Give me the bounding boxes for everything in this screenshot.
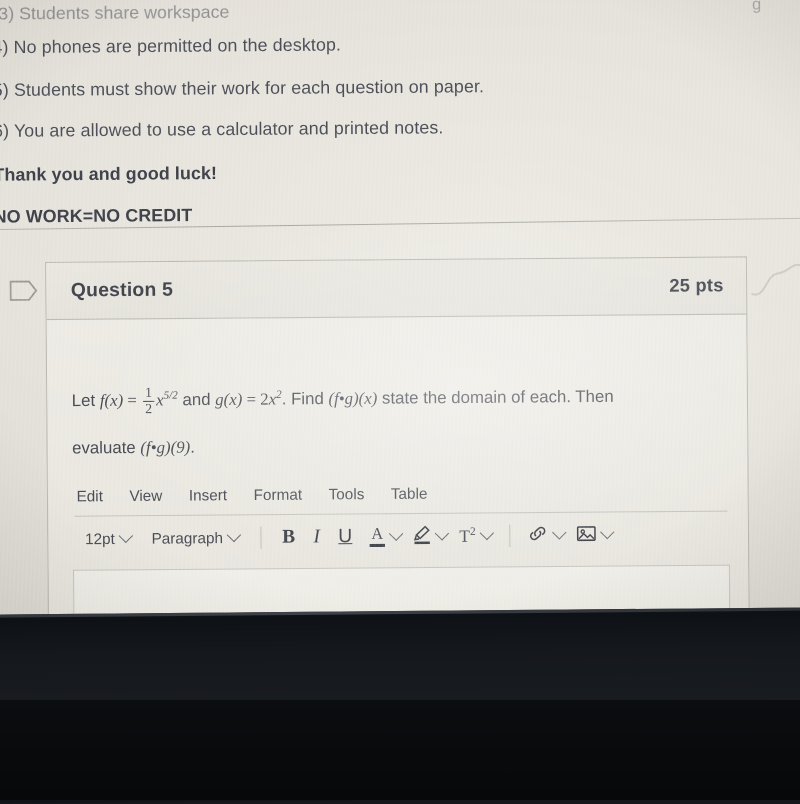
and-conjunction: and bbox=[177, 390, 216, 410]
toolbar-divider bbox=[509, 524, 511, 547]
font-size-select[interactable]: 12pt bbox=[77, 528, 140, 548]
insert-image-button[interactable] bbox=[573, 524, 617, 546]
composition-evaluate-expression: (f•g)(9) bbox=[140, 436, 191, 457]
question-card-header: Question 5 25 pts bbox=[46, 257, 747, 321]
function-g-label: g bbox=[215, 389, 224, 410]
menu-item-insert[interactable]: Insert bbox=[189, 486, 227, 504]
superscript-base: T bbox=[459, 526, 471, 546]
page-title: Question 5 bbox=[70, 278, 174, 302]
menu-item-edit[interactable]: Edit bbox=[76, 487, 103, 505]
screen-reflection-artifact bbox=[749, 259, 800, 306]
chevron-down-icon bbox=[434, 526, 450, 541]
fraction-one-half: 12 bbox=[143, 384, 155, 417]
question-line2-prefix: evaluate bbox=[72, 438, 141, 458]
question-text-line-2: evaluate (f•g)(9). bbox=[72, 419, 721, 471]
chevron-down-icon bbox=[600, 524, 615, 540]
quiz-page: 3) Students share workspace g 4) No phon… bbox=[0, 0, 798, 227]
chevron-down-icon bbox=[479, 525, 495, 541]
menu-item-format[interactable]: Format bbox=[254, 486, 303, 504]
question-points: 25 pts bbox=[669, 274, 724, 296]
text-color-button[interactable]: A bbox=[363, 525, 405, 548]
chevron-down-icon bbox=[552, 525, 567, 540]
italic-button[interactable]: I bbox=[306, 526, 327, 549]
superscript-exponent: 2 bbox=[469, 525, 476, 538]
link-icon bbox=[528, 525, 549, 546]
equals-sign-1: = bbox=[123, 390, 142, 410]
no-work-no-credit-note: NO WORK=NO CREDIT bbox=[0, 204, 193, 227]
rich-text-editor: Edit View Insert Format Tools Table 12pt… bbox=[48, 480, 748, 563]
menu-item-table[interactable]: Table bbox=[391, 485, 428, 503]
dark-foreground bbox=[0, 700, 800, 800]
question-line2-tail: . bbox=[190, 437, 195, 457]
equals-sign-2: = 2 bbox=[242, 389, 269, 409]
text-color-swatch bbox=[369, 543, 385, 548]
composition-expression: (f•g)(x) bbox=[328, 388, 378, 409]
question-text-line-1: Let f(x) = 1 2 x5/2 and g(x) = 2x2. Find (… bbox=[71, 368, 720, 425]
clipped-instruction-line: 3) Students share workspace bbox=[0, 1, 230, 24]
question-line1-prefix: Let bbox=[71, 391, 100, 411]
clipped-instruction-tail: g bbox=[752, 0, 762, 14]
menu-item-tools[interactable]: Tools bbox=[329, 485, 365, 503]
toolbar-divider bbox=[260, 526, 262, 549]
chevron-down-icon bbox=[118, 528, 134, 544]
highlighter-icon bbox=[413, 525, 431, 549]
text-color-icon: A bbox=[369, 525, 385, 548]
superscript-button[interactable]: T2 bbox=[455, 525, 496, 546]
superscript-icon: T2 bbox=[459, 525, 475, 546]
block-format-value: Paragraph bbox=[151, 529, 224, 548]
chevron-down-icon bbox=[388, 526, 404, 541]
bookmark-flag-icon[interactable] bbox=[9, 279, 40, 302]
underline-button[interactable]: U bbox=[331, 526, 359, 549]
instruction-item-5: 5) Students must show their work for eac… bbox=[0, 75, 485, 101]
fraction-denominator: 2 bbox=[143, 400, 155, 417]
function-g-argument: (x) bbox=[223, 389, 243, 409]
text-color-letter: A bbox=[371, 525, 384, 543]
question-card: Question 5 25 pts Let f(x) = 1 2 x5/2 and … bbox=[45, 256, 750, 639]
good-luck-note: Thank you and good luck! bbox=[0, 162, 218, 185]
font-size-value: 12pt bbox=[84, 530, 115, 548]
monitor-screen: 3) Students share workspace g 4) No phon… bbox=[0, 0, 800, 639]
highlight-color-button[interactable] bbox=[409, 524, 451, 548]
menu-item-view[interactable]: View bbox=[129, 487, 162, 505]
block-format-select[interactable]: Paragraph bbox=[143, 527, 247, 548]
question-body: Let f(x) = 1 2 x5/2 and g(x) = 2x2. Find (… bbox=[47, 315, 748, 472]
f-exponent: 5/2 bbox=[163, 389, 178, 402]
bold-button[interactable]: B bbox=[275, 526, 302, 549]
instruction-item-4: 4) No phones are permitted on the deskto… bbox=[0, 34, 342, 58]
insert-link-button[interactable] bbox=[524, 525, 569, 546]
chevron-down-icon bbox=[226, 527, 242, 543]
question-line1-mid: . Find bbox=[281, 389, 329, 409]
fraction-numerator: 1 bbox=[145, 384, 153, 401]
question-line1-tail: state the domain of each. Then bbox=[377, 387, 614, 408]
image-icon bbox=[576, 524, 597, 546]
editor-toolbar: 12pt Paragraph B I U A T2 bbox=[73, 511, 730, 563]
instruction-item-6: 6) You are allowed to use a calculator a… bbox=[0, 117, 444, 141]
function-f-argument: (x) bbox=[104, 390, 124, 410]
